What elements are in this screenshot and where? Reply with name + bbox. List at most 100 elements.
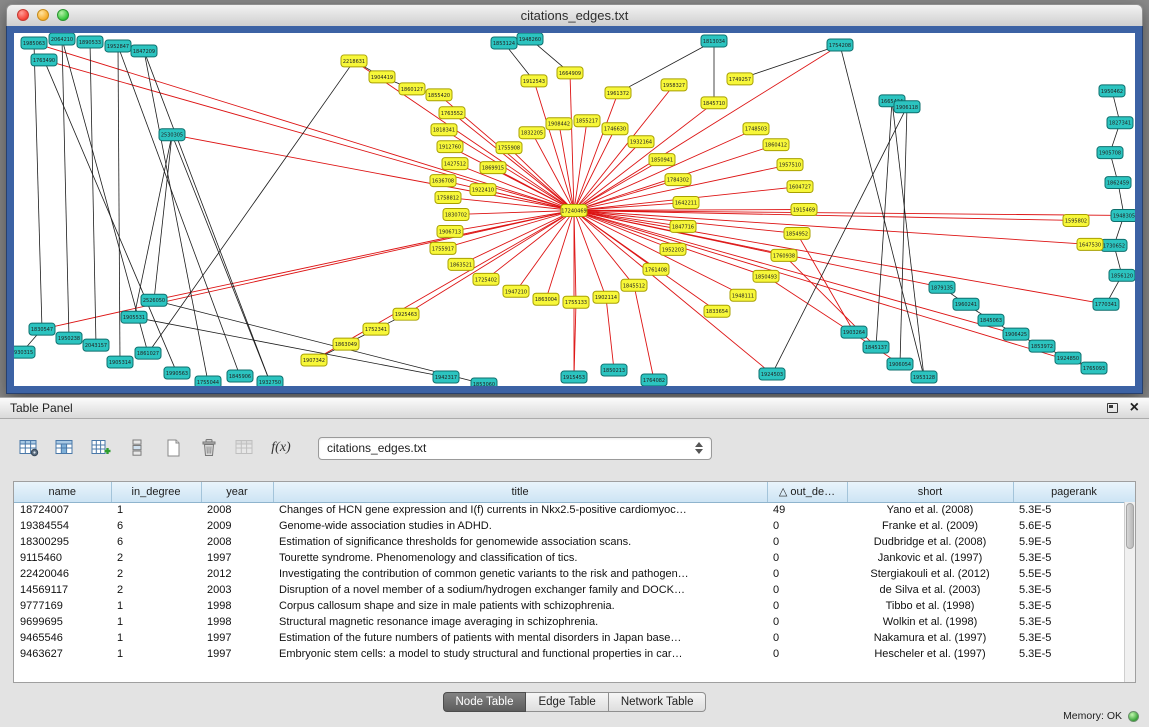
formula-builder-icon[interactable]: f(x) xyxy=(268,436,294,460)
graph-node[interactable]: 1948305 xyxy=(1111,210,1135,222)
graph-node[interactable]: 1813034 xyxy=(701,35,727,47)
graph-node[interactable]: 1905531 xyxy=(121,311,147,323)
graph-node[interactable]: 1902114 xyxy=(593,291,619,303)
graph-node[interactable]: 1860127 xyxy=(399,83,425,95)
graph-node[interactable]: 1863521 xyxy=(448,258,474,270)
graph-node[interactable]: 1664909 xyxy=(557,67,583,79)
column-header[interactable]: short xyxy=(847,482,1013,502)
graph-node[interactable]: 1961372 xyxy=(605,87,631,99)
graph-node[interactable]: 1906713 xyxy=(437,225,463,237)
graph-node[interactable]: 1924850 xyxy=(1055,352,1081,364)
network-view[interactable]: 1724046918554201763552181834119127601427… xyxy=(14,33,1135,386)
graph-edge[interactable] xyxy=(797,233,854,332)
graph-node[interactable]: 1770341 xyxy=(1093,298,1119,310)
graph-node[interactable]: 1636708 xyxy=(430,175,456,187)
graph-node[interactable]: 1642211 xyxy=(673,197,699,209)
tab-network-table[interactable]: Network Table xyxy=(609,692,707,712)
graph-node[interactable]: 1932750 xyxy=(257,376,283,386)
graph-edge[interactable] xyxy=(148,61,354,353)
graph-node[interactable]: 1908442 xyxy=(546,118,572,130)
graph-edge[interactable] xyxy=(574,210,1124,215)
graph-node[interactable]: 1850493 xyxy=(753,270,779,282)
column-header[interactable]: in_degree xyxy=(111,482,201,502)
graph-edge[interactable] xyxy=(574,85,674,211)
graph-node[interactable]: 1904419 xyxy=(369,71,395,83)
table-row[interactable]: 2242004622012Investigating the contribut… xyxy=(14,566,1135,582)
column-header[interactable]: pagerank xyxy=(1013,482,1135,502)
graph-node[interactable]: 1960241 xyxy=(953,298,979,310)
graph-node[interactable]: 1906054 xyxy=(887,358,913,370)
graph-node[interactable]: 1958327 xyxy=(661,79,687,91)
table-row[interactable]: 969969511998Structural magnetic resonanc… xyxy=(14,614,1135,630)
table-row[interactable]: 1830029562008Estimation of significance … xyxy=(14,534,1135,550)
graph-node[interactable]: 1764082 xyxy=(641,374,667,386)
graph-edge[interactable] xyxy=(144,51,208,382)
table-row[interactable]: 946554611997Estimation of the future num… xyxy=(14,630,1135,646)
graph-edge[interactable] xyxy=(574,93,618,211)
graph-edge[interactable] xyxy=(44,60,177,373)
graph-edge[interactable] xyxy=(516,210,574,291)
graph-node[interactable]: 1730652 xyxy=(1101,239,1127,251)
graph-node[interactable]: 1755908 xyxy=(496,142,522,154)
graph-node[interactable]: 1847716 xyxy=(670,220,696,232)
column-header[interactable]: name xyxy=(14,482,111,502)
graph-node[interactable]: 1932164 xyxy=(628,136,654,148)
graph-node[interactable]: 1855217 xyxy=(574,115,600,127)
graph-node[interactable]: 2064210 xyxy=(49,33,75,45)
tab-node-table[interactable]: Node Table xyxy=(443,692,527,712)
graph-edge[interactable] xyxy=(34,43,42,329)
graph-node[interactable]: 1784302 xyxy=(665,174,691,186)
graph-node[interactable]: 1763552 xyxy=(439,107,465,119)
graph-node[interactable]: 1604727 xyxy=(787,181,813,193)
graph-edge[interactable] xyxy=(892,101,924,377)
graph-edge[interactable] xyxy=(740,45,840,79)
graph-node[interactable]: 1833654 xyxy=(704,305,730,317)
graph-node[interactable]: 1915469 xyxy=(791,204,817,216)
graph-node[interactable]: 1924503 xyxy=(759,368,785,380)
graph-node[interactable]: 1760938 xyxy=(771,249,797,261)
graph-node[interactable]: 1915453 xyxy=(561,371,587,383)
graph-edge[interactable] xyxy=(118,46,120,362)
graph-edge[interactable] xyxy=(172,135,270,382)
graph-node[interactable]: 1830702 xyxy=(443,209,469,221)
graph-node[interactable]: 2043157 xyxy=(83,339,109,351)
graph-node[interactable]: 1761408 xyxy=(643,263,669,275)
graph-node[interactable]: 1845906 xyxy=(227,370,253,382)
graph-node[interactable]: 1925463 xyxy=(393,308,419,320)
graph-edge[interactable] xyxy=(62,39,69,338)
graph-node[interactable]: 1990563 xyxy=(164,367,190,379)
graph-node[interactable]: 1746630 xyxy=(602,123,628,135)
table-row[interactable]: 1938455462009Genome-wide association stu… xyxy=(14,518,1135,534)
graph-node[interactable]: 1847209 xyxy=(131,45,157,57)
graph-edge[interactable] xyxy=(634,285,654,380)
graph-node[interactable]: 1906425 xyxy=(1003,328,1029,340)
graph-node[interactable]: 1765093 xyxy=(1081,362,1107,374)
table-row[interactable]: 1456911722003Disruption of a novel membe… xyxy=(14,582,1135,598)
graph-edge[interactable] xyxy=(118,46,240,376)
graph-edge[interactable] xyxy=(461,210,574,264)
graph-node[interactable]: 1850213 xyxy=(601,364,627,376)
graph-node[interactable]: 1755044 xyxy=(195,376,221,386)
graph-node[interactable]: 1922410 xyxy=(470,184,496,196)
graph-node[interactable]: 1845512 xyxy=(621,279,647,291)
graph-node[interactable]: 2218631 xyxy=(341,55,367,67)
graph-node[interactable]: 1860412 xyxy=(763,139,789,151)
table-scrollbar-thumb[interactable] xyxy=(1126,503,1134,549)
graph-node[interactable]: 1903264 xyxy=(841,326,867,338)
graph-node[interactable]: 1947210 xyxy=(503,285,529,297)
graph-node[interactable]: 1863049 xyxy=(333,338,359,350)
graph-edge[interactable] xyxy=(90,42,96,345)
zoom-window-button[interactable] xyxy=(57,9,69,21)
graph-node[interactable]: 1749257 xyxy=(727,73,753,85)
graph-node[interactable]: 1748503 xyxy=(743,123,769,135)
graph-node[interactable]: 1832205 xyxy=(519,127,545,139)
graph-edge[interactable] xyxy=(772,107,907,374)
graph-node[interactable]: 1906118 xyxy=(894,101,920,113)
graph-edge[interactable] xyxy=(134,135,172,317)
graph-node[interactable]: 1957510 xyxy=(777,159,803,171)
graph-node[interactable]: 1952847 xyxy=(105,40,131,52)
graph-edge[interactable] xyxy=(486,210,574,279)
graph-edge[interactable] xyxy=(574,210,1106,304)
graph-node[interactable]: 1752341 xyxy=(363,323,389,335)
table-scrollbar[interactable] xyxy=(1124,502,1135,682)
